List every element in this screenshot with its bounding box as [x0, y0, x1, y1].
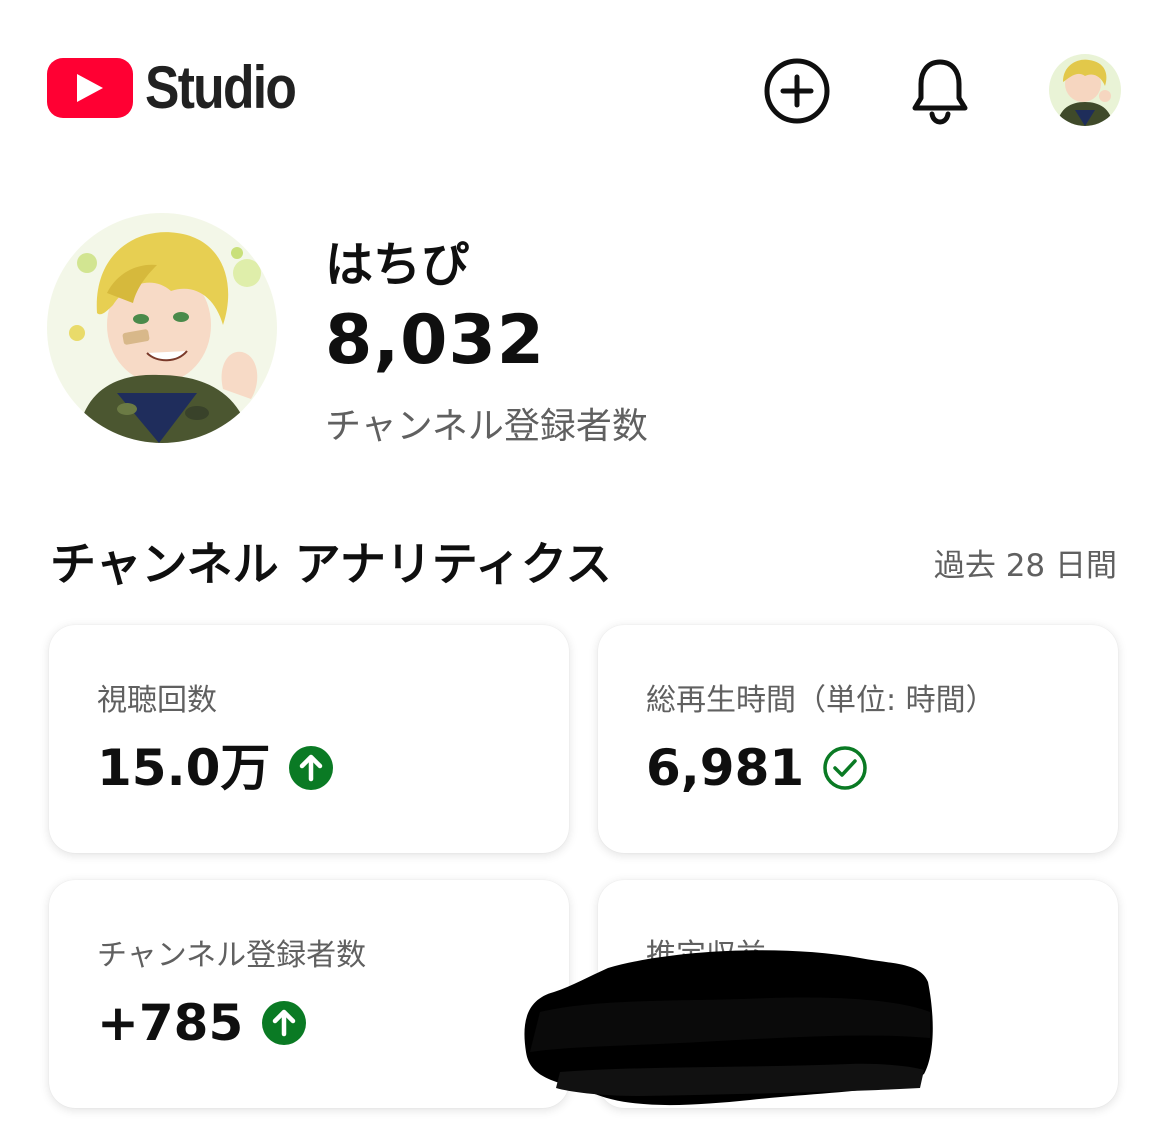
watch-time-card[interactable]: 総再生時間（単位: 時間） 6,981	[598, 625, 1118, 853]
views-card[interactable]: 視聴回数 15.0万	[49, 625, 569, 853]
watch-time-value: 6,981	[646, 739, 805, 797]
account-avatar[interactable]	[1049, 54, 1121, 126]
youtube-logo-icon	[47, 58, 133, 118]
notifications-button[interactable]	[905, 56, 975, 126]
subscriber-count: 8,032	[325, 301, 546, 380]
views-label: 視聴回数	[97, 683, 217, 718]
create-plus-icon	[764, 58, 830, 124]
trend-up-icon	[261, 1000, 307, 1046]
analytics-period: 過去 28 日間	[933, 548, 1117, 584]
subscribers-label: チャンネル登録者数	[97, 938, 367, 973]
trend-up-icon	[288, 745, 334, 791]
studio-logo-text: Studio	[145, 54, 297, 121]
analytics-title: チャンネル アナリティクス	[50, 537, 612, 591]
top-app-bar: Studio	[0, 0, 1169, 170]
studio-logo[interactable]: Studio	[47, 58, 320, 118]
subscribers-value: +785	[97, 994, 244, 1052]
channel-avatar[interactable]	[47, 213, 277, 443]
subscribers-card[interactable]: チャンネル登録者数 +785	[49, 880, 569, 1108]
watch-time-label: 総再生時間（単位: 時間）	[646, 683, 996, 718]
notifications-bell-icon	[912, 59, 968, 125]
revenue-card[interactable]: 推定収益	[598, 880, 1118, 1108]
create-button[interactable]	[762, 56, 832, 126]
views-value: 15.0万	[97, 739, 271, 797]
subscriber-label: チャンネル登録者数	[325, 406, 648, 447]
check-circle-icon	[822, 745, 868, 791]
channel-name: はちぴ	[325, 237, 470, 293]
revenue-label: 推定収益	[646, 938, 766, 973]
